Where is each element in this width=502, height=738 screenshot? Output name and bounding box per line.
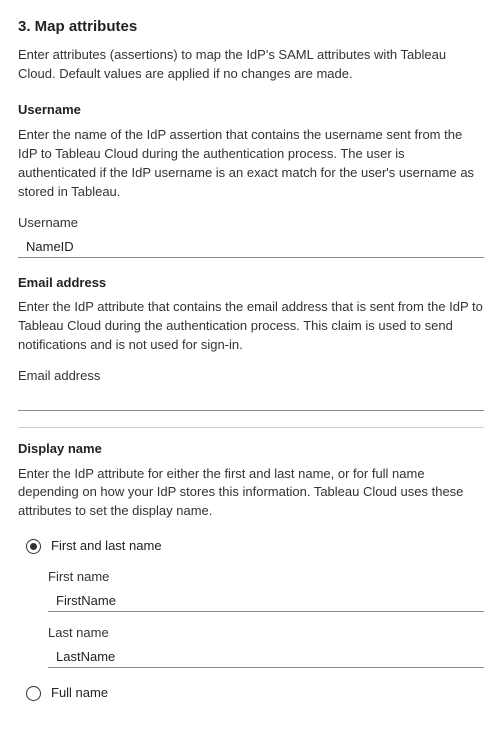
radio-selected-icon — [26, 539, 41, 554]
email-label: Email address — [18, 367, 484, 386]
divider — [18, 427, 484, 428]
username-description: Enter the name of the IdP assertion that… — [18, 126, 484, 201]
email-heading: Email address — [18, 274, 484, 293]
radio-first-and-last-name[interactable]: First and last name — [18, 533, 484, 560]
display-name-block: Display name Enter the IdP attribute for… — [18, 440, 484, 707]
radio-unselected-icon — [26, 686, 41, 701]
first-last-name-inputs: First name Last name — [48, 568, 484, 668]
username-label: Username — [18, 214, 484, 233]
display-name-description: Enter the IdP attribute for either the f… — [18, 465, 484, 522]
last-name-input[interactable] — [48, 645, 484, 668]
display-name-heading: Display name — [18, 440, 484, 459]
radio-full-name-label: Full name — [51, 684, 108, 703]
first-name-label: First name — [48, 568, 484, 587]
email-input[interactable] — [18, 388, 484, 411]
email-description: Enter the IdP attribute that contains th… — [18, 298, 484, 355]
radio-first-last-label: First and last name — [51, 537, 162, 556]
first-name-input[interactable] — [48, 589, 484, 612]
email-block: Email address Enter the IdP attribute th… — [18, 274, 484, 411]
username-input[interactable] — [18, 235, 484, 258]
section-description: Enter attributes (assertions) to map the… — [18, 46, 484, 84]
section-title: 3. Map attributes — [18, 16, 484, 38]
username-block: Username Enter the name of the IdP asser… — [18, 101, 484, 257]
radio-full-name[interactable]: Full name — [18, 680, 484, 707]
username-heading: Username — [18, 101, 484, 120]
last-name-label: Last name — [48, 624, 484, 643]
